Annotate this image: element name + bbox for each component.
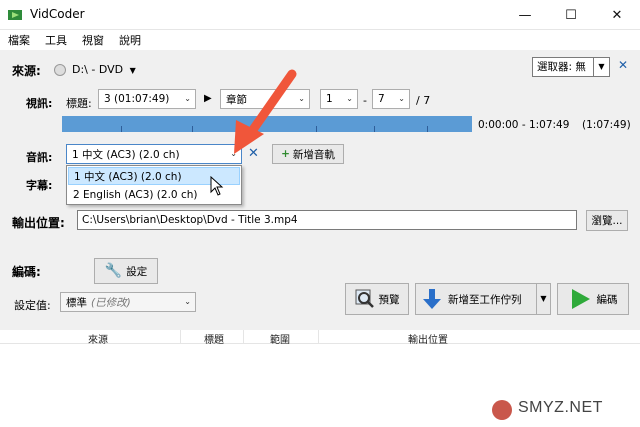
play-icon[interactable]: ▶ <box>204 93 212 104</box>
window-title: VidCoder <box>30 7 85 21</box>
chevron-down-icon[interactable]: ▼ <box>593 58 609 76</box>
chapter-total: / 7 <box>416 94 431 107</box>
preset-modified: (已修改) <box>91 296 131 309</box>
mouse-cursor-icon <box>210 176 224 196</box>
picker-label: 選取器: 無 <box>537 61 586 73</box>
chapter-tick <box>316 126 317 132</box>
chevron-down-icon: ⌄ <box>346 94 353 103</box>
chapter-start-value: 1 <box>326 93 333 105</box>
title-select[interactable]: 3 (01:07:49) ⌄ <box>98 89 196 109</box>
add-to-queue-button[interactable]: 新增至工作佇列 ▼ <box>415 283 551 315</box>
column-output[interactable]: 輸出位置 <box>408 331 448 346</box>
play-icon <box>571 289 590 309</box>
close-button[interactable]: ✕ <box>594 0 640 30</box>
menu-help[interactable]: 說明 <box>119 32 141 48</box>
duration: (1:07:49) <box>582 119 631 131</box>
source-drive-label: D:\ - DVD <box>72 63 124 76</box>
chevron-down-icon: ⌄ <box>398 94 405 103</box>
column-separator[interactable] <box>243 330 244 344</box>
preview-button[interactable]: 預覽 <box>345 283 409 315</box>
range-dash: - <box>363 94 367 107</box>
wrench-icon: 🔧 <box>104 263 123 279</box>
preset-label: 設定值: <box>14 299 51 312</box>
menu-file[interactable]: 檔案 <box>8 32 30 48</box>
encode-label: 編碼 <box>596 293 618 306</box>
column-title[interactable]: 標題 <box>204 331 224 346</box>
magnifier-icon <box>355 289 374 308</box>
chevron-down-icon: ▼ <box>129 66 136 75</box>
chapter-end-value: 7 <box>378 93 385 105</box>
chapter-start-select[interactable]: 1 ⌄ <box>320 89 358 109</box>
column-range[interactable]: 範圍 <box>270 331 290 346</box>
encode-button[interactable]: 編碼 <box>557 283 629 315</box>
arrow-down-icon <box>423 289 441 309</box>
chapter-tick <box>374 126 375 132</box>
minimize-button[interactable]: — <box>502 0 548 30</box>
output-path-input[interactable]: C:\Users\brian\Desktop\Dvd - Title 3.mp4 <box>77 210 577 230</box>
browse-button[interactable]: 瀏覽... <box>586 210 628 231</box>
column-source[interactable]: 來源 <box>88 331 108 346</box>
preset-select[interactable]: 標準 (已修改) ⌄ <box>60 292 196 312</box>
encoding-label: 編碼: <box>12 265 41 279</box>
chapter-tick <box>427 126 428 132</box>
chevron-down-icon: ⌄ <box>184 94 191 103</box>
chapter-tick <box>192 126 193 132</box>
preview-label: 預覽 <box>378 293 400 306</box>
source-label: 來源: <box>12 64 41 78</box>
vidcoder-logo-icon <box>8 10 22 20</box>
chevron-down-icon: ⌄ <box>184 297 191 306</box>
audio-track-select[interactable]: 1 中文 (AC3) (2.0 ch) ⌄ <box>66 144 242 164</box>
column-separator[interactable] <box>180 330 181 344</box>
menu-window[interactable]: 視窗 <box>82 32 104 48</box>
video-label: 視訊: <box>26 97 53 110</box>
watermark-text: SMYZ.NET <box>518 399 603 416</box>
add-to-queue-label: 新增至工作佇列 <box>448 293 522 306</box>
chevron-down-icon[interactable]: ▼ <box>536 284 550 314</box>
disc-icon <box>54 64 66 76</box>
title-select-value: 3 (01:07:49) <box>104 93 170 105</box>
audio-label: 音訊: <box>26 151 53 164</box>
encoding-settings-label: 設定 <box>126 265 148 278</box>
maximize-button[interactable]: ☐ <box>548 0 594 30</box>
title-label: 標題: <box>66 97 92 110</box>
source-drive-selector[interactable]: D:\ - DVD ▼ <box>72 63 136 76</box>
time-range: 0:00:00 - 1:07:49 <box>478 119 570 131</box>
subtitles-label: 字幕: <box>26 179 53 192</box>
audio-track-value: 1 中文 (AC3) (2.0 ch) <box>72 148 180 161</box>
watermark-logo-icon <box>492 400 512 420</box>
menu-tools[interactable]: 工具 <box>45 32 67 48</box>
chapter-end-select[interactable]: 7 ⌄ <box>372 89 410 109</box>
preset-value: 標準 <box>66 296 87 309</box>
pin-icon[interactable]: ✕ <box>618 58 628 72</box>
encoding-settings-button[interactable]: 🔧 設定 <box>94 258 158 284</box>
picker-dropdown[interactable]: 選取器: 無 ▼ <box>532 57 610 77</box>
output-label: 輸出位置: <box>12 216 65 230</box>
red-arrow-annotation <box>234 69 297 154</box>
chapter-tick <box>121 126 122 132</box>
column-separator[interactable] <box>318 330 319 344</box>
